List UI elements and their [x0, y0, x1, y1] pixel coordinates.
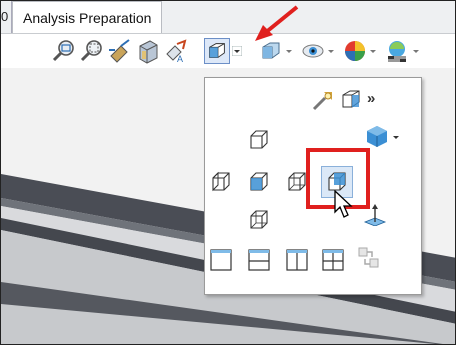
dynamic-annotation-icon[interactable]: A — [163, 38, 189, 64]
chevron-down-icon[interactable] — [368, 46, 378, 56]
isometric-icon[interactable] — [365, 124, 389, 148]
tab-partial[interactable]: 0 — [1, 1, 12, 33]
tab-analysis-preparation-label: Analysis Preparation — [23, 10, 152, 26]
link-views-icon[interactable] — [357, 246, 381, 270]
apply-scene-icon[interactable] — [384, 38, 410, 64]
chevron-down-icon[interactable] — [391, 132, 401, 142]
svg-text:A: A — [177, 54, 183, 64]
chevron-down-icon[interactable] — [326, 46, 336, 56]
command-manager-tabs: 0 Analysis Preparation — [1, 1, 455, 34]
app-window: 0 Analysis Preparation A » — [0, 0, 456, 345]
left-view-icon[interactable] — [209, 170, 233, 194]
overflow-chevron-icon[interactable]: » — [367, 90, 375, 107]
zoom-to-area-icon[interactable] — [79, 38, 105, 64]
mouse-cursor-icon — [334, 190, 353, 218]
zoom-to-fit-icon[interactable] — [51, 38, 77, 64]
four-view-icon[interactable] — [321, 248, 345, 272]
chevron-down-icon[interactable] — [411, 46, 421, 56]
annotation-arrow — [255, 5, 299, 41]
edit-appearance-icon[interactable] — [342, 38, 368, 64]
two-view-vertical-icon[interactable] — [285, 248, 309, 272]
two-view-horizontal-icon[interactable] — [247, 248, 271, 272]
view-orientation-icon[interactable] — [204, 38, 230, 64]
top-view-icon[interactable] — [247, 128, 271, 152]
tab-partial-label: 0 — [1, 9, 9, 24]
front-view-icon[interactable] — [247, 170, 271, 194]
normal-to-icon[interactable] — [339, 88, 363, 112]
previous-view-icon[interactable] — [107, 38, 133, 64]
bottom-view-icon[interactable] — [247, 208, 271, 232]
tab-analysis-preparation[interactable]: Analysis Preparation — [12, 1, 163, 33]
single-view-icon[interactable] — [209, 248, 233, 272]
section-view-icon[interactable] — [135, 38, 161, 64]
view-selector-icon[interactable] — [311, 88, 335, 112]
heads-up-view-toolbar: A — [1, 34, 455, 68]
